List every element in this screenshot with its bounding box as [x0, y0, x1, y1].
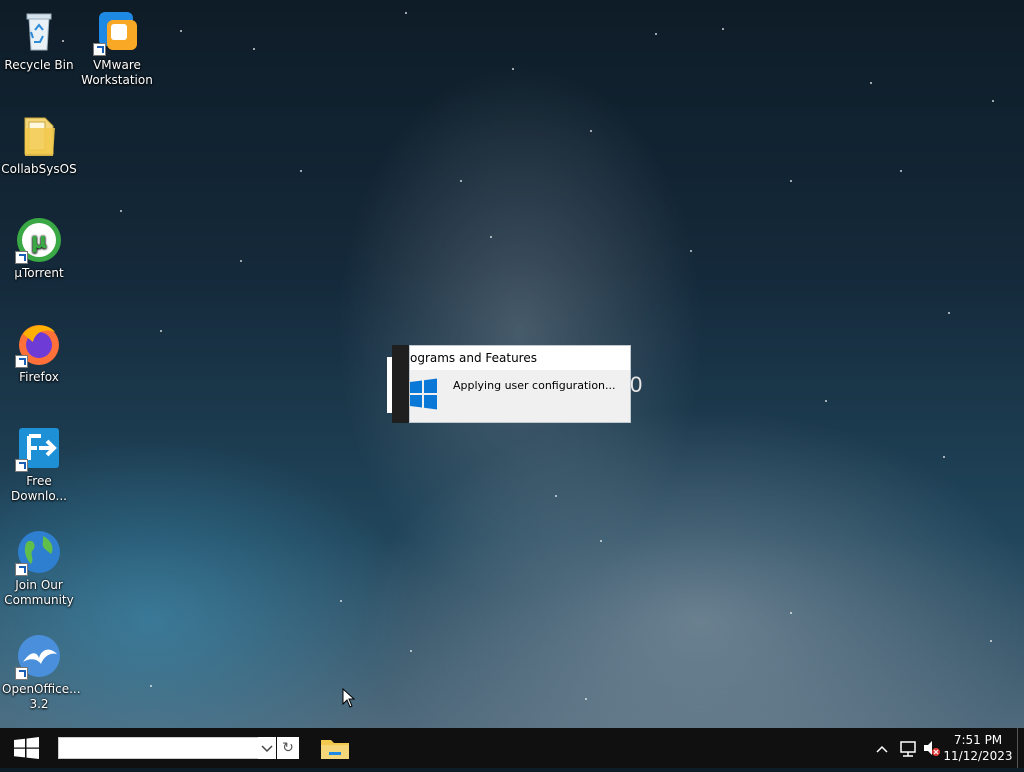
desktop-icon-label: Firefox	[19, 370, 59, 384]
svg-text:µ: µ	[31, 229, 47, 254]
desktop-icon-free-download-manager[interactable]: Free Downlo...	[0, 424, 78, 504]
taskbar: ↻ 7:51 PM 11/12/2023	[0, 728, 1024, 768]
desktop-icon-label: µTorrent	[14, 266, 64, 280]
chevron-down-icon	[261, 745, 273, 753]
search-dropdown-button[interactable]	[258, 737, 276, 759]
desktop-icon-label: Join Our Community	[4, 578, 74, 607]
network-icon	[900, 741, 916, 757]
desktop-icon-utorrent[interactable]: µ µTorrent	[0, 216, 78, 281]
shortcut-arrow-icon	[15, 251, 28, 264]
taskbar-clock[interactable]: 7:51 PM 11/12/2023	[940, 732, 1016, 764]
dialog-body: Applying user configuration...	[410, 370, 630, 422]
desktop-icon-firefox[interactable]: Firefox	[0, 320, 78, 385]
show-desktop-button[interactable]	[1017, 728, 1018, 768]
tray-overflow-button[interactable]	[872, 728, 892, 768]
windows-start-icon	[14, 737, 39, 759]
clock-time: 7:51 PM	[953, 733, 1003, 747]
dialog-title: ograms and Features	[410, 346, 630, 370]
shortcut-arrow-icon	[15, 459, 28, 472]
shortcut-arrow-icon	[15, 563, 28, 576]
chevron-up-icon	[876, 745, 888, 753]
desktop-icon-label: CollabSysOS	[1, 162, 77, 176]
desktop-icon-openoffice[interactable]: OpenOffice... 3.2	[0, 632, 81, 712]
windows-logo-icon	[410, 378, 437, 410]
desktop-icon-join-community[interactable]: Join Our Community	[0, 528, 78, 608]
network-status-button[interactable]	[897, 728, 919, 768]
folder-icon	[321, 740, 349, 759]
folder-icon	[24, 117, 55, 156]
desktop-icon-label: VMware Workstation	[81, 58, 153, 87]
shortcut-arrow-icon	[15, 355, 28, 368]
desktop-icon-recycle-bin[interactable]: Recycle Bin	[0, 8, 78, 73]
desktop-icon-label: Recycle Bin	[4, 58, 74, 72]
desktop-icon-vmware[interactable]: VMware Workstation	[78, 8, 156, 88]
address-search-input[interactable]	[58, 737, 276, 759]
desktop-icon-label: OpenOffice... 3.2	[2, 682, 81, 711]
background-window-text: 0	[630, 372, 643, 397]
programs-and-features-dialog: ograms and Features Applying user config…	[409, 345, 631, 423]
shortcut-arrow-icon	[15, 667, 28, 680]
shortcut-arrow-icon	[93, 43, 106, 56]
desktop-icon-label: Free Downlo...	[11, 474, 67, 503]
clock-date: 11/12/2023	[943, 749, 1013, 763]
recycle-bin-icon	[26, 13, 52, 51]
refresh-button[interactable]: ↻	[277, 737, 299, 759]
start-button[interactable]	[0, 728, 52, 768]
dialog-message: Applying user configuration...	[453, 379, 616, 392]
file-explorer-taskbar-button[interactable]	[318, 728, 352, 768]
desktop-icon-collabsysos[interactable]: CollabSysOS	[0, 112, 78, 177]
mouse-cursor-icon	[342, 688, 356, 708]
